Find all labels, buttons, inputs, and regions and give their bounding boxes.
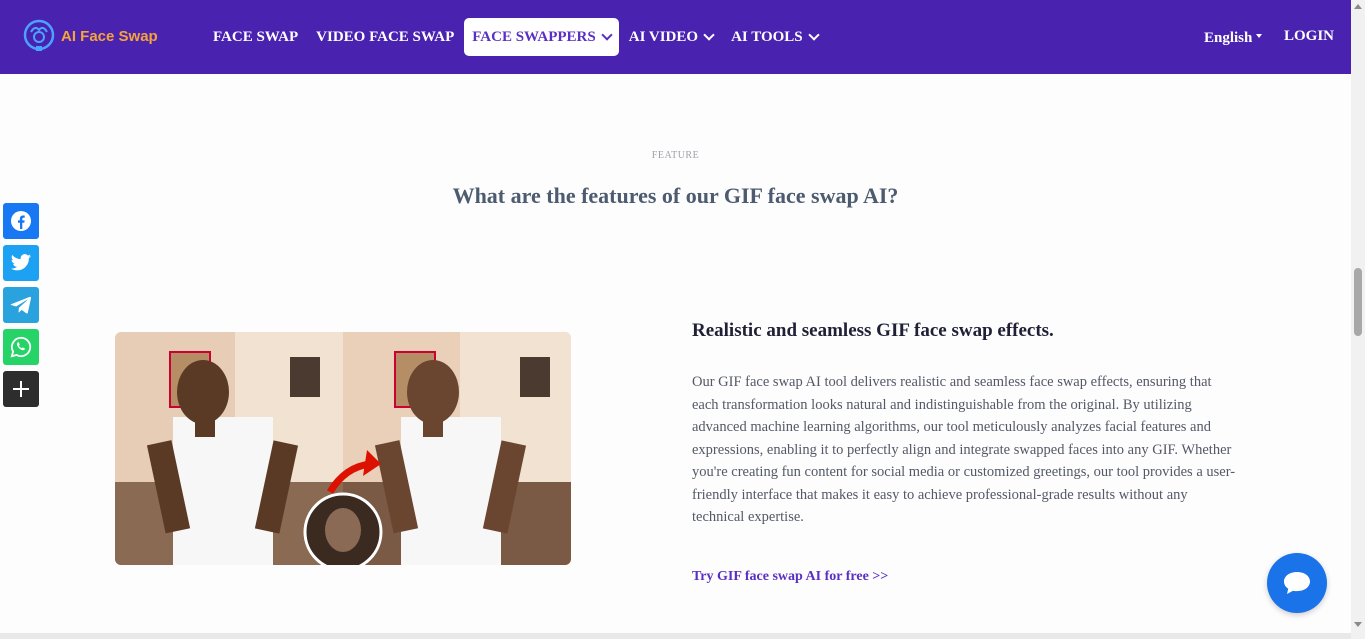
chat-button[interactable] xyxy=(1267,553,1327,613)
feature-title: Realistic and seamless GIF face swap eff… xyxy=(692,320,1054,341)
scrollbar-thumb[interactable] xyxy=(1354,268,1362,336)
nav-ai-video[interactable]: AI VIDEO xyxy=(621,18,721,56)
scroll-down-arrow-icon[interactable] xyxy=(1354,622,1362,627)
nav-ai-tools-label: AI TOOLS xyxy=(731,28,803,45)
share-whatsapp-button[interactable] xyxy=(3,329,39,365)
nav-ai-video-label: AI VIDEO xyxy=(628,28,699,45)
plus-icon xyxy=(13,381,29,397)
twitter-icon xyxy=(10,254,32,271)
facebook-icon xyxy=(11,211,31,231)
nav-face-swappers-label: FACE SWAPPERS xyxy=(472,28,596,45)
top-navbar: AI Face Swap FACE SWAP VIDEO FACE SWAP F… xyxy=(0,0,1351,74)
chevron-down-icon xyxy=(601,28,613,41)
section-eyebrow: FEATURE xyxy=(651,150,700,161)
chat-icon xyxy=(1284,572,1310,594)
feature-gif-image xyxy=(115,332,571,565)
logo[interactable]: AI Face Swap xyxy=(20,18,158,54)
chevron-down-icon xyxy=(807,28,820,41)
language-label: English xyxy=(1204,30,1253,46)
telegram-icon xyxy=(10,296,32,314)
caret-down-icon xyxy=(1256,33,1263,38)
logo-text: AI Face Swap xyxy=(61,27,158,45)
language-selector[interactable]: English xyxy=(1204,30,1263,47)
share-more-button[interactable] xyxy=(3,371,39,407)
nav-face-swap[interactable]: FACE SWAP xyxy=(205,18,306,56)
nav-face-swappers[interactable]: FACE SWAPPERS xyxy=(464,18,619,56)
login-link[interactable]: LOGIN xyxy=(1284,28,1334,45)
nav-video-face-swap[interactable]: VIDEO FACE SWAP xyxy=(308,18,462,56)
social-share-bar xyxy=(3,203,39,413)
nav-video-face-swap-label: VIDEO FACE SWAP xyxy=(316,28,455,45)
whatsapp-icon xyxy=(10,336,32,358)
brain-bulb-icon xyxy=(23,19,55,51)
share-twitter-button[interactable] xyxy=(3,245,39,281)
try-gif-face-swap-link[interactable]: Try GIF face swap AI for free >> xyxy=(692,569,888,585)
section-headline: What are the features of our GIF face sw… xyxy=(452,183,899,208)
main-nav: FACE SWAP VIDEO FACE SWAP FACE SWAPPERS … xyxy=(205,18,828,56)
nav-face-swap-label: FACE SWAP xyxy=(213,28,299,45)
horizontal-scrollbar[interactable] xyxy=(0,633,1351,639)
nav-ai-tools[interactable]: AI TOOLS xyxy=(723,18,826,56)
share-facebook-button[interactable] xyxy=(3,203,39,239)
chevron-down-icon xyxy=(703,28,715,41)
scroll-up-arrow-icon[interactable] xyxy=(1354,4,1362,9)
vertical-scrollbar[interactable] xyxy=(1351,0,1365,639)
feature-description: Our GIF face swap AI tool delivers reali… xyxy=(692,374,1236,525)
gif-preview-illustration xyxy=(115,332,571,565)
share-telegram-button[interactable] xyxy=(3,287,39,323)
